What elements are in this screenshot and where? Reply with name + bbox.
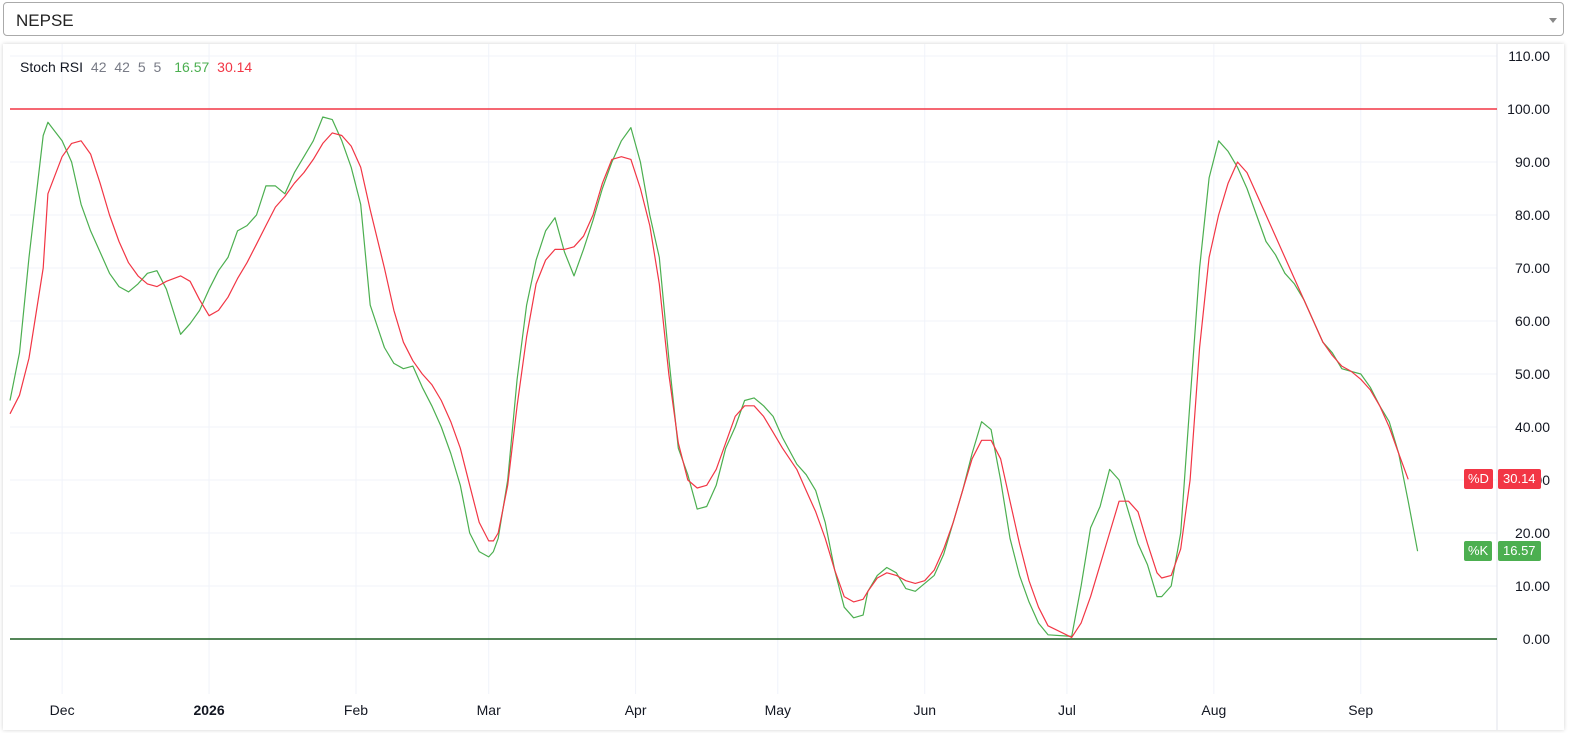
x-tick-label: Jul [1058, 702, 1076, 718]
x-tick-label: Feb [344, 702, 368, 718]
series-line-k [9, 116, 1419, 638]
legend-d-value: 30.14 [217, 59, 253, 75]
chart-panel[interactable]: 110.00 100.00 90.00 80.00 70.00 60.00 50.00 40.… [3, 44, 1564, 730]
d-badge-value: 30.14 [1498, 469, 1541, 490]
series-line-d [9, 132, 1409, 639]
y-tick-label: 70.00 [1515, 260, 1550, 276]
symbol-select-value: NEPSE [16, 11, 74, 30]
y-tick-label: 20.00 [1515, 525, 1550, 541]
x-tick-label: 2026 [193, 702, 224, 718]
indicator-legend: Stoch RSI 42 42 5 5 16.57 30.14 [20, 59, 256, 75]
legend-param: 42 [114, 59, 130, 75]
y-tick-label: 60.00 [1515, 313, 1550, 329]
y-tick-label: 100.00 [1507, 101, 1550, 117]
x-tick-label: Apr [625, 702, 647, 718]
legend-param: 42 [90, 59, 107, 75]
k-badge-value: 16.57 [1498, 541, 1541, 562]
x-tick-label: Dec [50, 702, 75, 718]
y-tick-label: 90.00 [1515, 154, 1550, 170]
legend-param: 5 [153, 59, 162, 75]
y-tick-label: 110.00 [1508, 48, 1550, 64]
x-tick-label: Jun [913, 702, 936, 718]
legend-k-value: 16.57 [174, 59, 210, 75]
stoch-rsi-chart[interactable]: 110.00100.0090.0080.0070.0060.0050.0040.… [3, 44, 1564, 730]
chevron-down-icon[interactable] [1549, 18, 1557, 23]
y-tick-label: 80.00 [1515, 207, 1550, 223]
y-tick-label: 10.00 [1515, 578, 1550, 594]
legend-param: 5 [137, 59, 146, 75]
k-badge-tag: %K [1464, 541, 1493, 562]
y-tick-label: 40.00 [1515, 419, 1550, 435]
y-tick-label: 0.00 [1523, 631, 1550, 647]
d-badge-tag: %D [1464, 469, 1493, 490]
symbol-select[interactable]: NEPSE [3, 2, 1564, 36]
legend-title: Stoch RSI [20, 59, 84, 75]
y-tick-label: 50.00 [1515, 366, 1550, 382]
x-tick-label: May [765, 702, 791, 718]
x-tick-label: Aug [1201, 702, 1226, 718]
x-tick-label: Sep [1348, 702, 1373, 718]
x-tick-label: Mar [477, 702, 501, 718]
